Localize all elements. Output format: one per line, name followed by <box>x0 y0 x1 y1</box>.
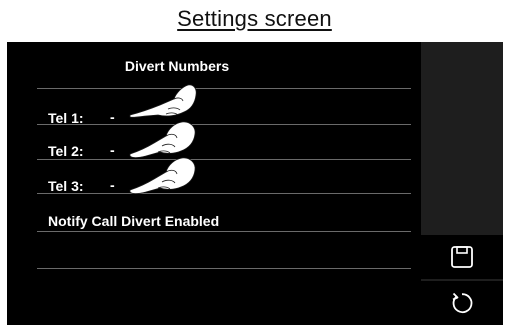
divider <box>37 159 411 160</box>
divider <box>37 124 411 125</box>
back-button[interactable] <box>421 281 503 325</box>
tel-1-field[interactable]: - <box>110 109 115 125</box>
save-button[interactable] <box>421 235 503 279</box>
pointing-hand-icon <box>129 157 196 194</box>
notify-call-divert-toggle[interactable]: Notify Call Divert Enabled <box>48 213 219 229</box>
tel-3-field[interactable]: - <box>110 177 115 193</box>
tel-3-label: Tel 3: <box>48 178 84 194</box>
divert-numbers-panel: Divert Numbers Tel 1: - Tel 2: - Tel 3: … <box>7 42 421 325</box>
divider <box>37 193 411 194</box>
tel-2-label: Tel 2: <box>48 143 84 159</box>
tel-2-field[interactable]: - <box>110 142 115 158</box>
divider <box>37 231 411 232</box>
undo-icon <box>452 292 473 314</box>
save-icon <box>451 246 473 268</box>
divider <box>37 88 411 89</box>
figure-caption: Settings screen <box>177 6 332 31</box>
panel-title: Divert Numbers <box>124 58 230 74</box>
side-toolbar <box>421 42 503 325</box>
device-screen: Divert Numbers Tel 1: - Tel 2: - Tel 3: … <box>7 42 503 325</box>
divider <box>37 268 411 269</box>
